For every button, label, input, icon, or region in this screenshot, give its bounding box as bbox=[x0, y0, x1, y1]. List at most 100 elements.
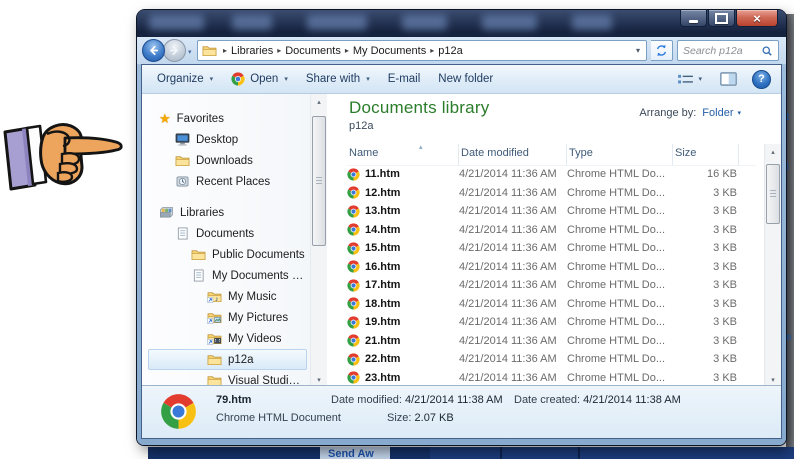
toolbar-e-mail-button[interactable]: E-mail bbox=[379, 69, 430, 89]
details-date-created: Date created: 4/21/2014 11:38 AM bbox=[514, 394, 681, 406]
search-input[interactable]: Search p12a bbox=[677, 40, 779, 61]
sidebar-item-public-documents[interactable]: Public Documents bbox=[148, 244, 307, 265]
file-row[interactable]: 12.htm 4/21/2014 11:36 AM Chrome HTML Do..… bbox=[347, 184, 756, 203]
sidebar-item-recent-places[interactable]: Recent Places bbox=[148, 171, 307, 192]
file-name-cell: 12.htm bbox=[347, 186, 459, 199]
arrange-by-value[interactable]: Folder bbox=[702, 107, 733, 119]
address-bar: ▾ ▸ Libraries ▸ Documents ▸ My Documents ▸ p12a… bbox=[137, 37, 786, 64]
file-row[interactable]: 18.htm 4/21/2014 11:36 AM Chrome HTML Do..… bbox=[347, 295, 756, 314]
scrollbar-thumb[interactable] bbox=[312, 116, 326, 246]
file-name: 14.htm bbox=[365, 223, 401, 236]
breadcrumb[interactable]: ▸ Libraries ▸ Documents ▸ My Documents ▸ p12a ▾ bbox=[197, 40, 647, 61]
file-modified: 4/21/2014 11:36 AM bbox=[459, 205, 557, 218]
titlebar-gloss bbox=[149, 15, 204, 30]
back-button[interactable] bbox=[142, 39, 165, 62]
file-type: Chrome HTML Do... bbox=[567, 242, 666, 255]
sidebar-item-desktop[interactable]: Desktop bbox=[148, 129, 307, 150]
file-type: Chrome HTML Do... bbox=[567, 353, 666, 366]
background-text-patch: Send Aw bbox=[320, 447, 390, 459]
file-list-scrollbar[interactable]: ▴ ▾ bbox=[764, 144, 781, 388]
chrome-icon bbox=[347, 316, 360, 329]
explorer-window: × ▾ ▸ Libraries ▸ Documents ▸ My Documents ▸ p1… bbox=[137, 10, 786, 445]
sidebar-item-my-videos[interactable]: My Videos bbox=[148, 328, 307, 349]
sidebar-item-label: Public Documents bbox=[212, 248, 305, 261]
libraries-icon bbox=[159, 206, 174, 219]
close-button[interactable]: × bbox=[736, 10, 778, 27]
recent-icon bbox=[175, 175, 190, 188]
help-button[interactable]: ? bbox=[752, 69, 771, 89]
sidebar-item-my-documents-c[interactable]: My Documents (C:) bbox=[148, 265, 307, 286]
breadcrumb-item-documents[interactable]: Documents bbox=[285, 45, 341, 57]
breadcrumb-item-my-documents[interactable]: My Documents bbox=[353, 45, 426, 57]
toolbar-organize-button[interactable]: Organize ▾ bbox=[148, 69, 222, 89]
chrome-icon bbox=[347, 371, 360, 384]
sidebar-item-libraries[interactable]: Libraries bbox=[148, 202, 307, 223]
sidebar-item-p12a[interactable]: p12a bbox=[148, 349, 307, 370]
recent-pages-chevron-icon[interactable]: ▾ bbox=[188, 48, 192, 56]
sidebar-scrollbar[interactable]: ▴ ▾ bbox=[310, 94, 327, 388]
file-name-cell: 15.htm bbox=[347, 242, 459, 255]
scrollbar-grip bbox=[770, 190, 776, 198]
folder-icon bbox=[175, 154, 190, 167]
file-modified: 4/21/2014 11:36 AM bbox=[459, 297, 557, 310]
titlebar-gloss bbox=[482, 15, 537, 30]
file-size: 3 KB bbox=[713, 205, 737, 218]
background-text-fragment: l bbox=[786, 162, 789, 173]
column-header-name[interactable]: Name ▴ bbox=[347, 144, 459, 165]
sidebar-item-documents[interactable]: Documents bbox=[148, 223, 307, 244]
toolbar: Organize ▾ Open ▾ Share with ▾ E-mail New folde… bbox=[142, 65, 781, 94]
file-row[interactable]: 19.htm 4/21/2014 11:36 AM Chrome HTML Do..… bbox=[347, 313, 756, 332]
breadcrumb-items: ▸ Libraries ▸ Documents ▸ My Documents ▸ p12a bbox=[219, 45, 463, 57]
file-row[interactable]: 14.htm 4/21/2014 11:36 AM Chrome HTML Do..… bbox=[347, 221, 756, 240]
toolbar-button-label: Organize bbox=[157, 73, 204, 85]
column-header-type[interactable]: Type bbox=[567, 144, 673, 165]
client-area: Organize ▾ Open ▾ Share with ▾ E-mail New folde… bbox=[141, 64, 782, 439]
minimize-button[interactable] bbox=[680, 10, 707, 27]
help-icon: ? bbox=[758, 73, 765, 85]
scroll-up-icon[interactable]: ▴ bbox=[765, 144, 781, 160]
sidebar-item-my-music[interactable]: ♪ My Music bbox=[148, 286, 307, 307]
scroll-up-icon[interactable]: ▴ bbox=[311, 94, 327, 110]
toolbar-button-label: E-mail bbox=[387, 73, 421, 85]
toolbar-new-folder-button[interactable]: New folder bbox=[429, 69, 502, 89]
file-modified: 4/21/2014 11:36 AM bbox=[459, 242, 557, 255]
column-header-date-modified[interactable]: Date modified bbox=[459, 144, 567, 165]
change-view-button[interactable]: ▾ bbox=[672, 70, 707, 89]
column-header-size[interactable]: Size bbox=[673, 144, 739, 165]
titlebar[interactable]: × bbox=[137, 10, 786, 37]
sidebar-item-label: p12a bbox=[228, 353, 254, 366]
toolbar-share-with-button[interactable]: Share with ▾ bbox=[297, 69, 379, 89]
sidebar-item-label: Downloads bbox=[196, 154, 253, 167]
search-icon bbox=[762, 46, 772, 56]
sidebar-item-my-pictures[interactable]: My Pictures bbox=[148, 307, 307, 328]
maximize-button[interactable] bbox=[708, 10, 735, 27]
file-row[interactable]: 15.htm 4/21/2014 11:36 AM Chrome HTML Do..… bbox=[347, 239, 756, 258]
refresh-button[interactable] bbox=[651, 40, 673, 61]
chevron-down-icon: ▾ bbox=[209, 76, 214, 83]
breadcrumb-item-p12a[interactable]: p12a bbox=[438, 45, 462, 57]
sidebar-item-label: Desktop bbox=[196, 133, 239, 146]
file-row[interactable]: 21.htm 4/21/2014 11:36 AM Chrome HTML Do..… bbox=[347, 332, 756, 351]
file-type: Chrome HTML Do... bbox=[567, 205, 666, 218]
sidebar-item-downloads[interactable]: Downloads bbox=[148, 150, 307, 171]
forward-button[interactable] bbox=[163, 39, 186, 62]
file-row[interactable]: 17.htm 4/21/2014 11:36 AM Chrome HTML Do..… bbox=[347, 276, 756, 295]
file-name: 12.htm bbox=[365, 186, 401, 199]
sidebar-item-favorites[interactable]: ★ Favorites bbox=[148, 108, 307, 129]
file-size: 3 KB bbox=[713, 371, 737, 384]
file-row[interactable]: 13.htm 4/21/2014 11:36 AM Chrome HTML Do..… bbox=[347, 202, 756, 221]
minimize-icon bbox=[689, 19, 698, 23]
file-type: Chrome HTML Do... bbox=[567, 186, 666, 199]
sidebar-item-label: Favorites bbox=[176, 112, 224, 125]
file-row[interactable]: 22.htm 4/21/2014 11:36 AM Chrome HTML Do..… bbox=[347, 350, 756, 369]
file-row[interactable]: 16.htm 4/21/2014 11:36 AM Chrome HTML Do..… bbox=[347, 258, 756, 277]
file-row[interactable]: 11.htm 4/21/2014 11:36 AM Chrome HTML Do..… bbox=[347, 165, 756, 184]
breadcrumb-item-libraries[interactable]: Libraries bbox=[231, 45, 273, 57]
address-dropdown-icon[interactable]: ▾ bbox=[634, 46, 642, 55]
preview-pane-button[interactable] bbox=[715, 69, 742, 89]
file-modified: 4/21/2014 11:36 AM bbox=[459, 186, 557, 199]
file-name-cell: 17.htm bbox=[347, 279, 459, 292]
toolbar-open-button[interactable]: Open ▾ bbox=[222, 68, 297, 90]
scrollbar-thumb[interactable] bbox=[766, 164, 780, 224]
file-size: 3 KB bbox=[713, 279, 737, 292]
